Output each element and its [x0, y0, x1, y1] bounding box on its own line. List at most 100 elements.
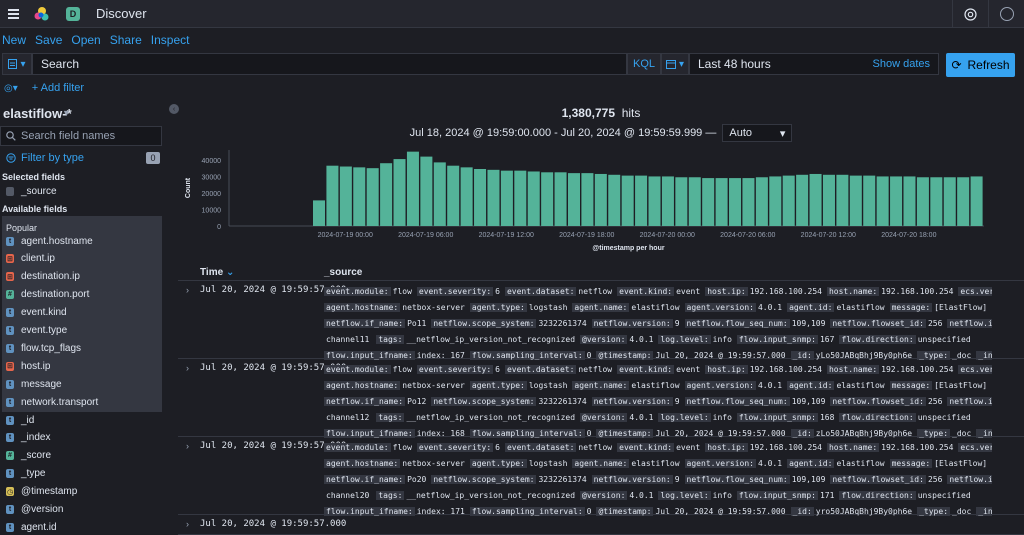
field-item[interactable]: t flow.tcp_flags: [6, 340, 81, 356]
inspect-link[interactable]: Inspect: [151, 33, 190, 47]
chart-bar[interactable]: [594, 173, 607, 226]
field-item[interactable]: t event.kind: [6, 305, 67, 321]
show-dates-link[interactable]: Show dates: [873, 58, 930, 70]
chart-bar[interactable]: [715, 178, 728, 226]
time-column-header[interactable]: Time ⌄: [200, 267, 234, 278]
chart-bar[interactable]: [313, 200, 326, 226]
chart-bar[interactable]: [688, 177, 701, 226]
user-avatar-icon[interactable]: [988, 0, 1024, 28]
field-item[interactable]: t message: [6, 376, 62, 392]
chart-bar[interactable]: [514, 170, 527, 226]
share-link[interactable]: Share: [110, 33, 142, 47]
table-row[interactable]: › Jul 20, 2024 @ 19:59:57.000 event.module…: [178, 359, 1024, 438]
refresh-button[interactable]: ⟳ Refresh: [946, 53, 1015, 77]
chart-bar[interactable]: [554, 172, 567, 226]
field-item[interactable]: t agent.id: [6, 519, 57, 535]
field-item[interactable]: t agent.hostname: [6, 233, 93, 249]
search-input[interactable]: Search: [32, 53, 627, 75]
chart-bar[interactable]: [621, 175, 634, 226]
chart-bar[interactable]: [541, 172, 554, 226]
add-filter-link[interactable]: + Add filter: [32, 82, 84, 94]
chart-bar[interactable]: [702, 178, 715, 226]
chart-bar[interactable]: [769, 176, 782, 226]
chart-bar[interactable]: [393, 159, 406, 226]
chart-bar[interactable]: [648, 176, 661, 226]
chart-bar[interactable]: [916, 177, 929, 226]
table-row[interactable]: › Jul 20, 2024 @ 19:59:57.000 event.module…: [178, 437, 1024, 516]
field-item[interactable]: ◷ @timestamp: [6, 484, 77, 500]
chevron-down-icon[interactable]: ▼: [62, 108, 71, 118]
chart-bar[interactable]: [876, 176, 889, 226]
field-item[interactable]: t @version: [6, 502, 63, 518]
chart-bar[interactable]: [849, 175, 862, 226]
chart-bar[interactable]: [474, 169, 487, 226]
chart-bar[interactable]: [903, 176, 916, 226]
chart-bar[interactable]: [809, 173, 822, 226]
chart-bar[interactable]: [822, 174, 835, 226]
chart-bar[interactable]: [447, 165, 460, 226]
chart-bar[interactable]: [930, 177, 943, 226]
field-item[interactable]: ⊞ host.ip: [6, 358, 50, 374]
menu-icon[interactable]: [2, 0, 24, 28]
chart-bar[interactable]: [326, 165, 339, 226]
field-item[interactable]: t _type: [6, 466, 45, 482]
table-row[interactable]: › Jul 20, 2024 @ 19:59:57.000: [178, 515, 1024, 535]
chart-bar[interactable]: [755, 177, 768, 226]
chart-bar[interactable]: [729, 178, 742, 226]
chart-bar[interactable]: [943, 177, 956, 226]
chart-bar[interactable]: [970, 176, 983, 226]
chart-bar[interactable]: [782, 175, 795, 226]
chart-bar[interactable]: [742, 178, 755, 226]
field-item[interactable]: ⊞ destination.ip: [6, 269, 80, 285]
expand-row-icon[interactable]: ›: [186, 285, 189, 295]
field-item[interactable]: ⊞ client.ip: [6, 251, 55, 267]
interval-select[interactable]: Auto ▾: [722, 124, 793, 142]
expand-row-icon[interactable]: ›: [186, 363, 189, 373]
elastic-logo-icon[interactable]: [30, 0, 54, 28]
calendar-button[interactable]: ▾: [661, 53, 689, 75]
chart-bar[interactable]: [353, 167, 366, 226]
chart-bar[interactable]: [796, 174, 809, 226]
save-link[interactable]: Save: [35, 33, 62, 47]
chart-bar[interactable]: [527, 171, 540, 226]
new-link[interactable]: New: [2, 33, 26, 47]
open-link[interactable]: Open: [71, 33, 100, 47]
filter-menu-icon[interactable]: ◎▾: [4, 83, 18, 94]
chart-bar[interactable]: [500, 170, 513, 226]
field-item[interactable]: t _index: [6, 430, 50, 446]
chart-bar[interactable]: [567, 173, 580, 226]
kql-toggle[interactable]: KQL: [627, 53, 661, 75]
histogram-chart[interactable]: 0 10000 20000 30000 40000 2024-07-19 00:00 202…: [178, 146, 1024, 256]
expand-row-icon[interactable]: ›: [186, 441, 189, 451]
chart-bar[interactable]: [581, 173, 594, 226]
field-search-input[interactable]: Search field names: [0, 126, 162, 146]
field-item[interactable]: t _id: [6, 412, 34, 428]
field-item[interactable]: t event.type: [6, 323, 67, 339]
chart-bar[interactable]: [460, 167, 473, 226]
chart-bar[interactable]: [661, 176, 674, 226]
chart-bar[interactable]: [487, 169, 500, 226]
saved-query-button[interactable]: ▾: [2, 53, 32, 75]
chart-bar[interactable]: [608, 174, 621, 226]
chart-bar[interactable]: [836, 174, 849, 226]
date-picker[interactable]: Last 48 hours Show dates: [689, 53, 939, 75]
chart-bar[interactable]: [635, 175, 648, 226]
chart-bar[interactable]: [890, 176, 903, 226]
chart-bar[interactable]: [420, 156, 433, 226]
chart-bar[interactable]: [366, 168, 379, 226]
field-item[interactable]: t network.transport: [6, 394, 98, 410]
chart-bar[interactable]: [863, 175, 876, 226]
chart-bar[interactable]: [380, 163, 393, 226]
field-item[interactable]: _source: [6, 183, 57, 199]
help-icon[interactable]: [952, 0, 988, 28]
filter-by-type-button[interactable]: Filter by type: [6, 152, 84, 164]
chart-bar[interactable]: [675, 177, 688, 226]
field-item[interactable]: # _score: [6, 448, 51, 464]
chart-bar[interactable]: [339, 166, 352, 226]
space-avatar[interactable]: D: [66, 6, 80, 21]
chart-bar[interactable]: [406, 151, 419, 226]
expand-row-icon[interactable]: ›: [186, 519, 189, 529]
field-item[interactable]: # destination.port: [6, 287, 89, 303]
table-row[interactable]: › Jul 20, 2024 @ 19:59:57.000 event.module…: [178, 281, 1024, 360]
chart-bar[interactable]: [957, 177, 970, 226]
